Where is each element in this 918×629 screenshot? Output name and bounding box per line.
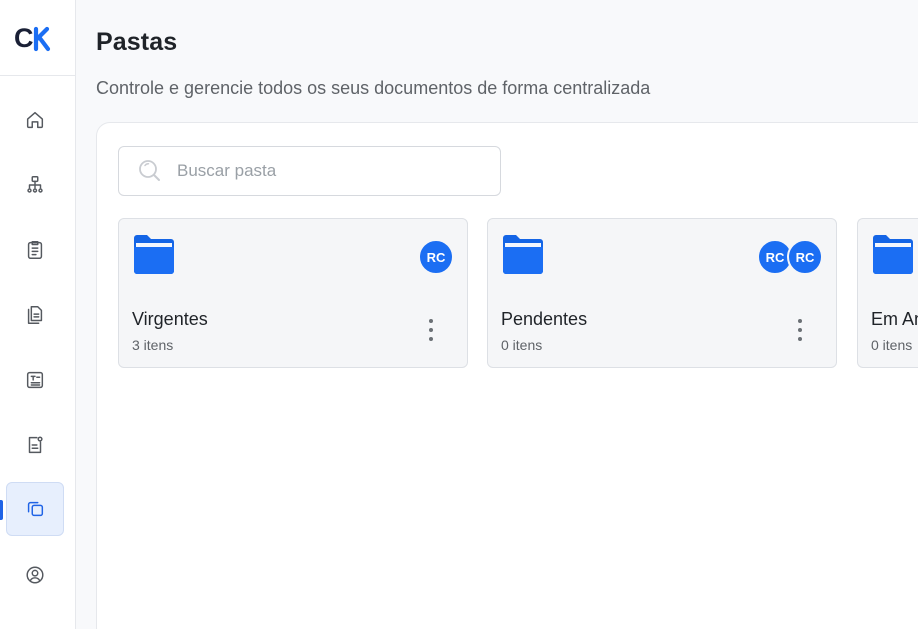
user-circle-icon	[26, 566, 44, 584]
folder-icon	[134, 235, 174, 274]
search-icon	[139, 160, 160, 181]
avatar[interactable]: RC	[787, 239, 823, 275]
app: C Pastas Controle e gerencie todos os se…	[0, 0, 918, 629]
sidebar-item-checklist[interactable]	[6, 223, 64, 277]
sitemap-icon	[27, 176, 43, 193]
shared-users: RC RC	[757, 239, 823, 275]
search-input[interactable]	[177, 161, 477, 181]
avatar[interactable]: RC	[418, 239, 454, 275]
sidebar-item-text[interactable]	[6, 353, 64, 407]
folder-name: Pendentes	[501, 309, 588, 329]
folder-item-count: 0 itens	[501, 337, 543, 353]
folder-icon	[503, 235, 543, 274]
sidebar-item-documents[interactable]	[6, 288, 64, 342]
page-title: Pastas	[96, 28, 178, 56]
search-box[interactable]	[118, 146, 501, 196]
folder-card-em-an[interactable]: Em An 0 itens	[857, 218, 918, 368]
more-options-icon[interactable]	[421, 317, 441, 343]
sidebar-item-home[interactable]	[6, 93, 64, 147]
folder-card-virgentes[interactable]: RC Virgentes 3 itens	[118, 218, 468, 368]
sidebar-item-forms[interactable]	[6, 418, 64, 472]
svg-text:C: C	[14, 24, 34, 52]
sidebar-item-folders[interactable]	[6, 482, 64, 536]
home-icon	[26, 111, 44, 129]
clipboard-list-icon	[27, 241, 43, 259]
folders-copy-icon	[27, 501, 44, 517]
folders-panel	[96, 122, 918, 629]
sidebar-item-structure[interactable]	[6, 158, 64, 212]
folder-name: Em An	[871, 309, 918, 329]
folder-card-pendentes[interactable]: RC RC Pendentes 0 itens	[487, 218, 837, 368]
text-document-icon	[26, 371, 44, 389]
shared-users: RC	[418, 239, 454, 275]
brand-logo[interactable]: C	[0, 0, 75, 76]
documents-icon	[27, 306, 43, 324]
active-indicator	[0, 500, 3, 520]
more-options-icon[interactable]	[790, 317, 810, 343]
folder-item-count: 0 itens	[871, 337, 913, 353]
ck-logo-icon: C	[14, 24, 50, 52]
page-subtitle: Controle e gerencie todos os seus docume…	[96, 78, 651, 98]
folder-name: Virgentes	[132, 309, 208, 329]
folder-icon	[873, 235, 913, 274]
document-settings-icon	[28, 436, 43, 454]
sidebar: C	[0, 0, 76, 629]
sidebar-item-profile[interactable]	[6, 548, 64, 602]
folder-item-count: 3 itens	[132, 337, 174, 353]
